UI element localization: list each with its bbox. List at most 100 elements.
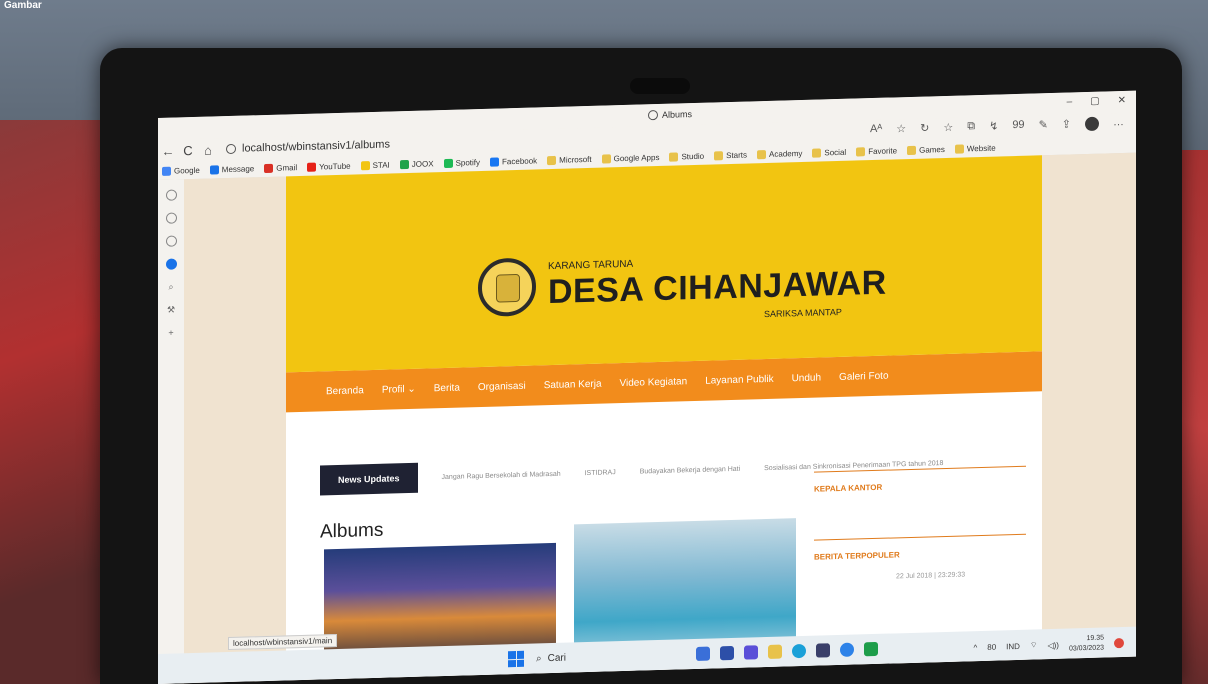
nav-layanan-publik[interactable]: Layanan Publik — [705, 373, 773, 386]
favorite-item[interactable]: Spotify — [443, 157, 481, 168]
news-item[interactable]: Jangan Ragu Bersekolah di Madrasah — [442, 470, 561, 480]
edge-browser-icon[interactable] — [792, 643, 806, 659]
profile-avatar[interactable] — [1085, 116, 1099, 132]
favorite-label: Facebook — [502, 155, 538, 166]
volume-icon[interactable]: ◁)) — [1047, 640, 1058, 649]
language-indicator[interactable]: IND — [1006, 641, 1020, 650]
nav-video-kegiatan[interactable]: Video Kegiatan — [620, 376, 688, 389]
favorite-item[interactable]: Google — [162, 165, 200, 176]
site-title[interactable]: DESA CIHANJAWAR — [548, 264, 887, 312]
favorite-item[interactable]: Website — [954, 143, 996, 154]
app-icon[interactable] — [864, 641, 878, 657]
task-view-icon[interactable] — [720, 645, 734, 661]
store-icon[interactable] — [816, 643, 830, 658]
share-icon[interactable]: ⇪ — [1062, 117, 1071, 131]
favorite-item[interactable]: Gmail — [264, 163, 297, 173]
extensions-icon[interactable]: ↯ — [989, 120, 998, 134]
sidebar-app-icon[interactable] — [165, 212, 177, 224]
wifi-icon[interactable]: ⌔ — [1030, 640, 1038, 650]
favorite-item[interactable]: STAI — [360, 160, 390, 170]
popular-post-date[interactable]: 22 Jul 2018 | 23:29:33 — [896, 570, 1026, 580]
minimize-button[interactable]: – — [1067, 96, 1073, 107]
clock[interactable]: 19.35 03/03/2023 — [1069, 634, 1104, 655]
favorite-item[interactable]: Google Apps — [601, 152, 660, 164]
home-button[interactable]: ⌂ — [198, 142, 218, 158]
favorite-icon — [757, 149, 767, 159]
collections-icon[interactable]: ⧉ — [967, 120, 975, 134]
favorite-icon — [162, 166, 171, 176]
weather-icon[interactable]: 80 — [987, 642, 996, 651]
favorite-icon — [209, 164, 219, 175]
sync-icon[interactable]: ↻ — [920, 121, 929, 135]
favorite-item[interactable]: Favorite — [856, 146, 897, 156]
add-icon[interactable]: + — [168, 328, 173, 338]
nav-unduh[interactable]: Unduh — [792, 372, 821, 384]
nav-beranda[interactable]: Beranda — [326, 385, 364, 397]
favorite-icon — [264, 163, 274, 173]
favorite-label: Website — [966, 143, 996, 153]
maximize-button[interactable]: ▢ — [1090, 96, 1099, 107]
favorite-item[interactable]: Games — [907, 145, 945, 155]
file-explorer-icon[interactable] — [768, 644, 782, 659]
start-button[interactable] — [508, 650, 524, 668]
more-menu-icon[interactable]: … — [1113, 116, 1124, 130]
browser-content: ⌕ ⚒ + KARANG TARUNA DESA CIHANJAWAR SARI… — [158, 152, 1136, 684]
tools-icon[interactable]: ⚒ — [167, 305, 175, 316]
nav-profil[interactable]: Profil ⌄ — [382, 383, 416, 395]
favorite-label: Studio — [681, 151, 705, 161]
close-button[interactable]: ✕ — [1118, 95, 1126, 106]
favorite-label: Social — [824, 147, 847, 157]
widget-title: BERITA TERPOPULER — [814, 550, 900, 562]
berita-terpopuler-widget: BERITA TERPOPULER 22 Jul 2018 | 23:29:33 — [814, 533, 1026, 583]
favorite-item[interactable]: Microsoft — [547, 154, 592, 165]
back-button[interactable]: ← — [158, 143, 178, 159]
favorite-item[interactable]: Studio — [669, 151, 705, 162]
window-controls: – ▢ ✕ — [1067, 95, 1126, 108]
nav-satuan-kerja[interactable]: Satuan Kerja — [544, 378, 602, 391]
news-item[interactable]: Budayakan Bekerja dengan Hati — [640, 465, 740, 475]
favorite-icon — [443, 158, 453, 168]
favorite-item[interactable]: JOOX — [399, 159, 434, 169]
favorite-item[interactable]: Academy — [757, 149, 802, 159]
site-tagline: SARIKSA MANTAP — [764, 306, 842, 320]
favorite-icon — [714, 150, 724, 160]
system-tray: ^ 80 IND ⌔ ◁)) 19.35 03/03/2023 — [973, 633, 1124, 657]
favorite-item[interactable]: YouTube — [307, 161, 351, 172]
url-field[interactable]: localhost/wbinstansiv1/albums — [226, 139, 390, 156]
nav-organisasi[interactable]: Organisasi — [478, 380, 526, 392]
favorite-label: Favorite — [868, 145, 898, 156]
tab-actions-icon[interactable] — [165, 189, 177, 201]
notification-badge[interactable] — [1114, 638, 1124, 649]
search-icon[interactable]: ⌕ — [168, 282, 173, 293]
favorite-icon[interactable]: ☆ — [896, 122, 906, 136]
app-icon[interactable] — [840, 642, 854, 657]
quote-icon[interactable]: 99 — [1012, 119, 1024, 133]
pen-icon[interactable]: ✎ — [1039, 118, 1048, 132]
favorite-item[interactable]: Message — [209, 164, 254, 175]
nav-galeri-foto[interactable]: Galeri Foto — [839, 370, 888, 382]
edge-sidebar: ⌕ ⚒ + — [158, 179, 184, 684]
taskbar-search-label[interactable]: Cari — [548, 652, 566, 664]
tray-overflow-icon[interactable]: ^ — [973, 643, 977, 652]
favorite-item[interactable]: Facebook — [490, 155, 538, 167]
url-text[interactable]: localhost/wbinstansiv1/albums — [242, 139, 390, 155]
favorites-list-icon[interactable]: ☆ — [943, 121, 953, 135]
org-logo-icon[interactable] — [478, 257, 536, 318]
nav-berita[interactable]: Berita — [434, 382, 460, 394]
favorite-label: Microsoft — [559, 154, 592, 165]
copilot-icon[interactable] — [165, 258, 177, 270]
chat-icon[interactable] — [744, 645, 758, 660]
taskbar-search[interactable]: ⌕ Cari — [536, 650, 656, 664]
widgets-icon[interactable] — [696, 646, 710, 661]
sidebar-app-icon[interactable] — [165, 235, 177, 247]
favorite-item[interactable]: Social — [812, 147, 847, 158]
refresh-button[interactable]: C — [178, 142, 198, 158]
favorite-label: Google — [174, 165, 200, 176]
favorite-icon — [399, 159, 409, 169]
favorite-label: Spotify — [455, 157, 481, 168]
news-item[interactable]: ISTIDRAJ — [585, 469, 616, 477]
favorite-item[interactable]: Starts — [714, 150, 747, 160]
read-aloud-icon[interactable]: Aᴬ — [870, 123, 882, 137]
favorite-label: Google Apps — [613, 152, 660, 163]
site-info-icon[interactable] — [226, 143, 236, 155]
